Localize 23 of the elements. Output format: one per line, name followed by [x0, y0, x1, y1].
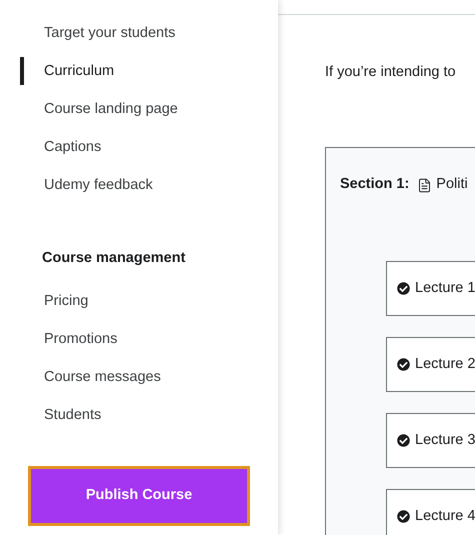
- sidebar-item[interactable]: Students: [44, 403, 102, 427]
- lecture-row[interactable]: Lecture 3: [386, 413, 475, 468]
- sidebar-item[interactable]: Pricing: [44, 289, 88, 313]
- publish-course-button[interactable]: Publish Course: [28, 466, 250, 526]
- sidebar-item[interactable]: Udemy feedback: [44, 173, 153, 197]
- section-label: Section 1:: [340, 175, 410, 194]
- lecture-label: Lecture 4: [415, 506, 475, 526]
- section-title: Politi: [436, 175, 468, 194]
- lecture-row[interactable]: Lecture 2: [386, 337, 475, 392]
- sidebar-item[interactable]: Course messages: [44, 365, 161, 389]
- sidebar-heading: Course management: [41, 249, 186, 268]
- sidebar-item[interactable]: Course landing page: [44, 97, 178, 121]
- sidebar-item[interactable]: Promotions: [44, 327, 118, 351]
- lecture-row[interactable]: Lecture 4: [386, 489, 475, 535]
- document-icon: [417, 178, 432, 192]
- sidebar-item[interactable]: Curriculum: [44, 59, 114, 83]
- lecture-row[interactable]: Lecture 1: [386, 261, 475, 316]
- lecture-label: Lecture 1: [415, 278, 475, 298]
- sidebar-item[interactable]: Captions: [44, 135, 102, 159]
- intro-text: If you’re intending to: [325, 63, 457, 82]
- sidebar-item[interactable]: Target your students: [44, 21, 176, 45]
- lecture-label: Lecture 3: [415, 430, 475, 450]
- lecture-label: Lecture 2: [415, 354, 475, 374]
